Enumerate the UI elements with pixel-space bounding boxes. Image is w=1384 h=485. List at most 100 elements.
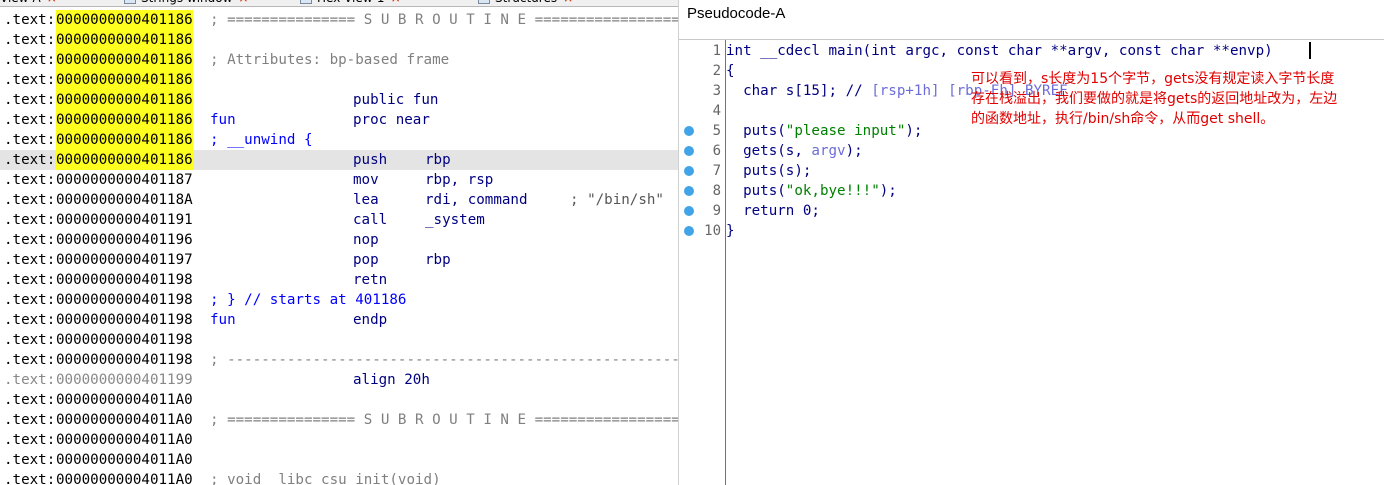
breakpoint-dot-icon[interactable] bbox=[684, 226, 694, 236]
address: 000000000040118A bbox=[56, 192, 193, 208]
tab-2[interactable]: Hex View-1 × bbox=[300, 0, 401, 6]
disasm-row[interactable]: .text: 0000000000401198 retn bbox=[0, 270, 678, 290]
mnemonic: mov bbox=[353, 172, 379, 188]
close-icon[interactable]: × bbox=[47, 0, 57, 5]
code-token: int __cdecl main(int argc, const char **… bbox=[726, 43, 1273, 59]
code-line[interactable]: { bbox=[726, 61, 735, 81]
disasm-row[interactable]: .text: 0000000000401196 nop bbox=[0, 230, 678, 250]
disasm-row[interactable]: .text: 00000000004011A0 bbox=[0, 390, 678, 410]
disasm-row[interactable]: .text: 0000000000401187 mov rbp, rsp bbox=[0, 170, 678, 190]
disasm-row[interactable]: .text: 00000000004011A0 ; =============== … bbox=[0, 410, 678, 430]
disasm-row[interactable]: .text: 0000000000401186 fun proc near bbox=[0, 110, 678, 130]
disassembly-listing[interactable]: .text: 0000000000401186; =============== … bbox=[0, 10, 678, 485]
disasm-row[interactable]: .text: 0000000000401198 bbox=[0, 330, 678, 350]
separator-comment: ; --------------------------------------… bbox=[210, 352, 679, 368]
disasm-row[interactable]: .text: 0000000000401186 ; __unwind { bbox=[0, 130, 678, 150]
breakpoint-dot-icon[interactable] bbox=[684, 126, 694, 136]
disasm-row[interactable]: .text: 0000000000401186 bbox=[0, 70, 678, 90]
tab-3[interactable]: Structures × bbox=[478, 0, 573, 6]
line-number-gutter: 1 2 3 4 5 6 7 8 9 10 bbox=[679, 40, 726, 485]
code-line[interactable]: int __cdecl main(int argc, const char **… bbox=[726, 41, 1273, 61]
mnemonic: retn bbox=[353, 272, 388, 288]
segment-name: .text: bbox=[4, 72, 56, 88]
disasm-row[interactable]: .text: 00000000004011A0 ; void _libc_csu_i… bbox=[0, 470, 678, 485]
tab-0[interactable]: View-A × bbox=[0, 0, 57, 6]
tab-label: Strings window bbox=[141, 0, 232, 5]
close-icon[interactable]: × bbox=[391, 0, 401, 5]
segment-name: .text: bbox=[4, 392, 56, 408]
disasm-row[interactable]: .text: 00000000004011A0 bbox=[0, 450, 678, 470]
address: 0000000000401187 bbox=[56, 172, 193, 188]
code-line[interactable]: } bbox=[726, 221, 735, 241]
operands: rbp bbox=[425, 252, 451, 268]
ida-view-panel: View-A×Strings window×Hex View-1×Structu… bbox=[0, 0, 679, 485]
tab-label: Structures bbox=[495, 0, 557, 5]
segment-name: .text: bbox=[4, 372, 56, 388]
address: 0000000000401186 bbox=[56, 50, 193, 70]
mnemonic: public fun bbox=[353, 92, 439, 108]
breakpoint-dot-icon[interactable] bbox=[684, 186, 694, 196]
gutter-line: 2 bbox=[679, 61, 723, 81]
close-icon[interactable]: × bbox=[238, 0, 248, 5]
window-icon bbox=[478, 0, 490, 4]
code-token: "ok,bye!!!" bbox=[785, 183, 880, 199]
annotation-note: 可以看到，s长度为15个字节，gets没有规定读入字节长度 存在栈溢出，我们要做… bbox=[971, 71, 1338, 127]
address: 0000000000401198 bbox=[56, 312, 193, 328]
disasm-row[interactable]: .text: 0000000000401186 ; =============== … bbox=[0, 10, 678, 30]
code-line[interactable]: puts(s); bbox=[726, 161, 811, 181]
address: 0000000000401186 bbox=[56, 10, 193, 30]
close-icon[interactable]: × bbox=[563, 0, 573, 5]
address: 00000000004011A0 bbox=[56, 452, 193, 468]
gutter-line: 9 bbox=[679, 201, 723, 221]
segment-name: .text: bbox=[4, 472, 56, 485]
address: 0000000000401191 bbox=[56, 212, 193, 228]
segment-name: .text: bbox=[4, 432, 56, 448]
address: 0000000000401199 bbox=[56, 372, 193, 388]
disasm-row[interactable]: .text: 0000000000401186 bbox=[0, 30, 678, 50]
disasm-row[interactable]: .text: 0000000000401197 pop rbp bbox=[0, 250, 678, 270]
gutter-line: 3 bbox=[679, 81, 723, 101]
operands: _system bbox=[425, 212, 485, 228]
line-number: 7 bbox=[712, 163, 721, 179]
line-number: 3 bbox=[712, 83, 721, 99]
line-number: 1 bbox=[712, 43, 721, 59]
segment-name: .text: bbox=[4, 132, 56, 148]
operands: rbp, rsp bbox=[425, 172, 494, 188]
disasm-row[interactable]: .text: 0000000000401186 public fun bbox=[0, 90, 678, 110]
line-comment: ; void _libc_csu_init(void) bbox=[210, 472, 441, 485]
disasm-row[interactable]: .text: 0000000000401199 align 20h bbox=[0, 370, 678, 390]
disasm-row[interactable]: .text: 0000000000401198 ; ----------------… bbox=[0, 350, 678, 370]
breakpoint-dot-icon[interactable] bbox=[684, 166, 694, 176]
code-token: puts( bbox=[726, 123, 786, 139]
breakpoint-dot-icon[interactable] bbox=[684, 146, 694, 156]
disasm-row[interactable]: .text: 0000000000401198 fun endp bbox=[0, 310, 678, 330]
segment-name: .text: bbox=[4, 452, 56, 468]
line-number: 2 bbox=[712, 63, 721, 79]
disasm-row[interactable]: .text: 00000000004011A0 bbox=[0, 430, 678, 450]
code-line[interactable]: gets(s, argv); bbox=[726, 141, 863, 161]
separator-comment: ; =============== S U B R O U T I N E ==… bbox=[210, 12, 679, 28]
segment-name: .text: bbox=[4, 152, 56, 168]
segment-name: .text: bbox=[4, 272, 56, 288]
line-comment: ; Attributes: bp-based frame bbox=[210, 52, 450, 68]
code-token: char s[15]; // bbox=[726, 83, 872, 99]
disasm-row[interactable]: .text: 0000000000401186 push rbp bbox=[0, 150, 678, 170]
address: 0000000000401186 bbox=[56, 110, 193, 130]
tab-1[interactable]: Strings window × bbox=[124, 0, 248, 6]
address: 0000000000401186 bbox=[56, 150, 193, 170]
line-number: 8 bbox=[712, 183, 721, 199]
code-line[interactable]: puts("please input"); bbox=[726, 121, 922, 141]
mnemonic: pop bbox=[353, 252, 379, 268]
address: 0000000000401196 bbox=[56, 232, 193, 248]
code-line[interactable]: puts("ok,bye!!!"); bbox=[726, 181, 897, 201]
breakpoint-dot-icon[interactable] bbox=[684, 206, 694, 216]
disasm-row[interactable]: .text: 000000000040118A lea rdi, command ; "… bbox=[0, 190, 678, 210]
disasm-row[interactable]: .text: 0000000000401198 ; } // starts at 4… bbox=[0, 290, 678, 310]
block-marker: ; __unwind { bbox=[210, 132, 313, 148]
segment-name: .text: bbox=[4, 332, 56, 348]
disasm-row[interactable]: .text: 0000000000401186 ; Attributes: bp-b… bbox=[0, 50, 678, 70]
segment-name: .text: bbox=[4, 172, 56, 188]
code-line[interactable]: return 0; bbox=[726, 201, 820, 221]
disasm-row[interactable]: .text: 0000000000401191 call _system bbox=[0, 210, 678, 230]
code-token: return 0; bbox=[726, 203, 820, 219]
